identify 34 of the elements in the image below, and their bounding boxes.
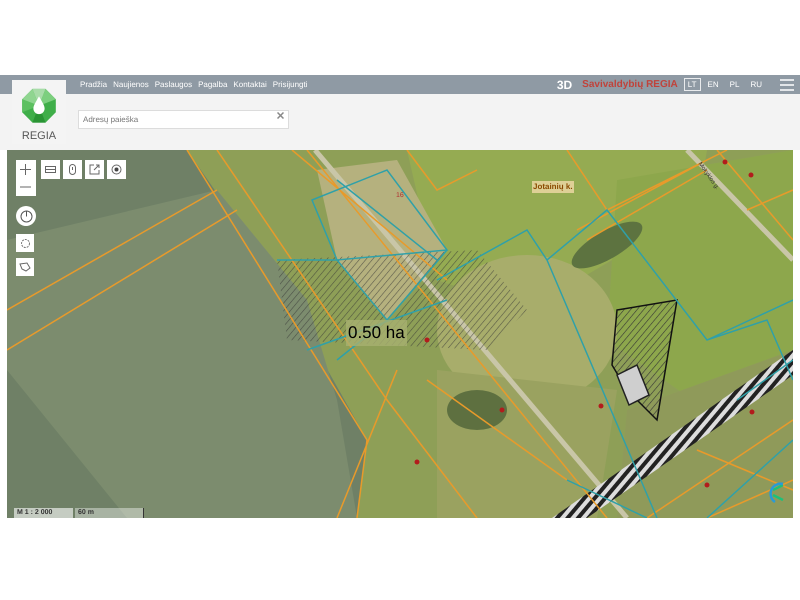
polygon-button[interactable] [16,258,34,276]
minus-icon [20,186,31,188]
nav-link[interactable]: Naujienos [113,78,149,90]
target-icon [111,164,122,175]
nav-link[interactable]: Prisijungti [272,78,308,90]
3d-button[interactable]: 3D [556,76,572,94]
language-option[interactable]: LT [684,78,701,91]
nav-link[interactable]: Kontaktai [233,78,267,90]
nav-link[interactable]: Paslaugos [154,78,192,90]
logo-icon [20,88,58,124]
logo-text: REGIA [22,128,56,144]
language-option[interactable]: PL [726,78,744,91]
nav-link[interactable]: Pradžia [80,78,108,90]
address-search-field[interactable]: Adresų paieška [78,110,289,129]
crosshair-icon [20,238,30,248]
shape-icon [19,262,31,272]
menu-icon[interactable] [780,78,794,90]
pin-button[interactable] [63,160,82,179]
power-icon [20,210,32,222]
place-label: Jotainių k. [532,181,574,193]
pin-icon [69,164,76,175]
site-title: Savivaldybių REGIA [582,78,678,92]
share-button[interactable] [85,160,104,179]
share-icon [89,164,100,175]
language-option[interactable]: RU [746,78,766,91]
target-button[interactable] [107,160,126,179]
language-option[interactable]: EN [704,78,723,91]
plus-icon [20,164,31,174]
area-label: 0.50 ha [346,320,407,346]
clear-icon[interactable] [277,112,284,119]
ruler-icon [45,166,56,173]
nav-link[interactable]: Pagalba [198,78,228,90]
locate-button[interactable] [16,234,34,252]
ruler-button[interactable] [41,160,60,179]
